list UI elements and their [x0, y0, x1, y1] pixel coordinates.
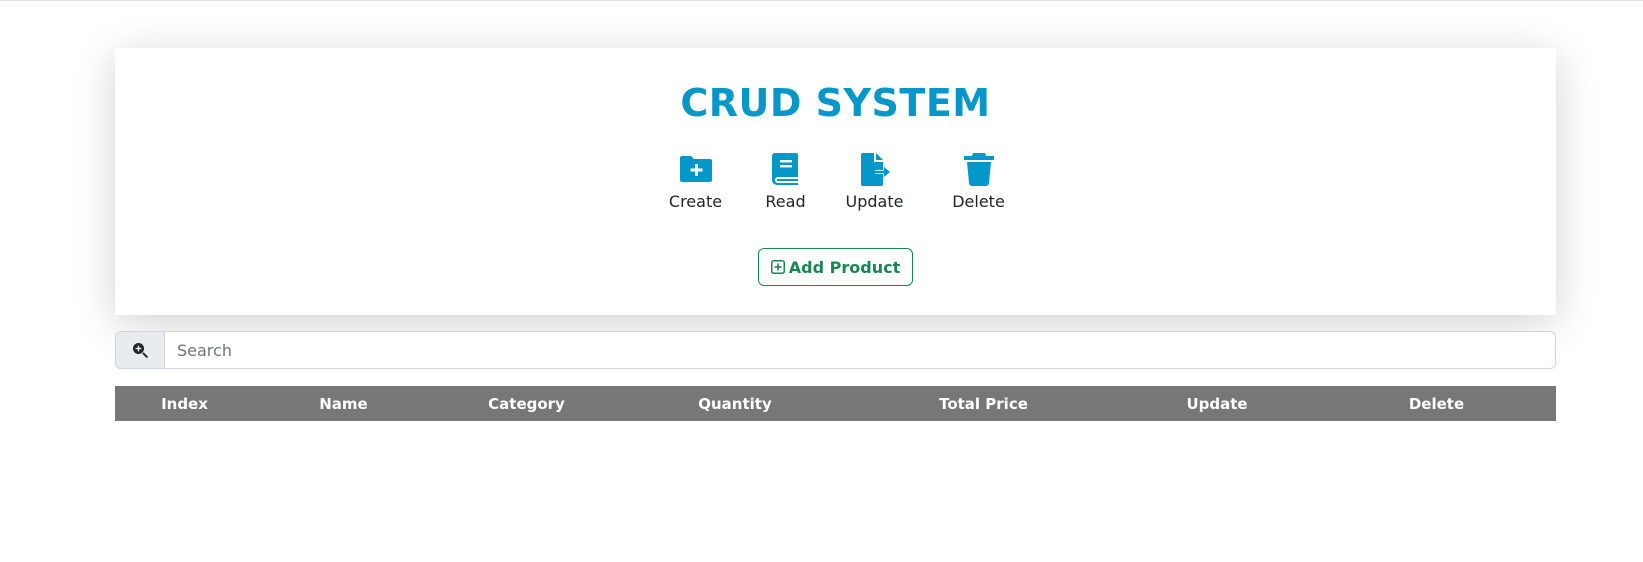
column-header-update: Update — [1186, 394, 1248, 413]
main-container: CRUD SYSTEM Create Read Update Delete Ad… — [115, 48, 1556, 421]
operation-create: Create — [668, 152, 724, 212]
operation-label: Delete — [952, 192, 1005, 211]
search-addon — [116, 332, 165, 368]
operation-label: Read — [765, 192, 806, 211]
operation-label: Create — [668, 192, 723, 211]
column-header-quantity: Quantity — [698, 394, 772, 413]
column-header-index: Index — [161, 394, 208, 413]
operation-read: Read — [765, 152, 806, 212]
operation-update: Update — [845, 152, 904, 212]
magnifier-plus-icon — [132, 342, 148, 358]
folder-plus-icon — [679, 152, 713, 186]
crud-operations: Create Read Update Delete — [668, 152, 1005, 212]
add-product-label: Add Product — [788, 257, 901, 277]
search-bar — [115, 331, 1556, 369]
table-header-row: Index Name Category Quantity Total Price… — [115, 386, 1556, 421]
operation-delete: Delete — [952, 152, 1005, 212]
add-product-button[interactable]: Add Product — [757, 248, 914, 286]
book-icon — [769, 152, 803, 186]
square-plus-icon — [770, 260, 789, 274]
page-title: CRUD SYSTEM — [680, 81, 991, 125]
column-header-name: Name — [319, 394, 368, 413]
header-card: CRUD SYSTEM Create Read Update Delete Ad… — [115, 48, 1556, 315]
table-header: Index Name Category Quantity Total Price… — [115, 386, 1556, 421]
column-header-delete: Delete — [1408, 394, 1465, 413]
trash-icon — [962, 152, 996, 186]
products-table: Index Name Category Quantity Total Price… — [115, 386, 1556, 421]
operation-label: Update — [845, 192, 904, 211]
column-header-category: Category — [488, 394, 565, 413]
column-header-total-price: Total Price — [939, 394, 1028, 413]
top-divider — [0, 0, 1643, 1]
file-export-icon — [858, 152, 892, 186]
search-input[interactable] — [165, 332, 1555, 368]
